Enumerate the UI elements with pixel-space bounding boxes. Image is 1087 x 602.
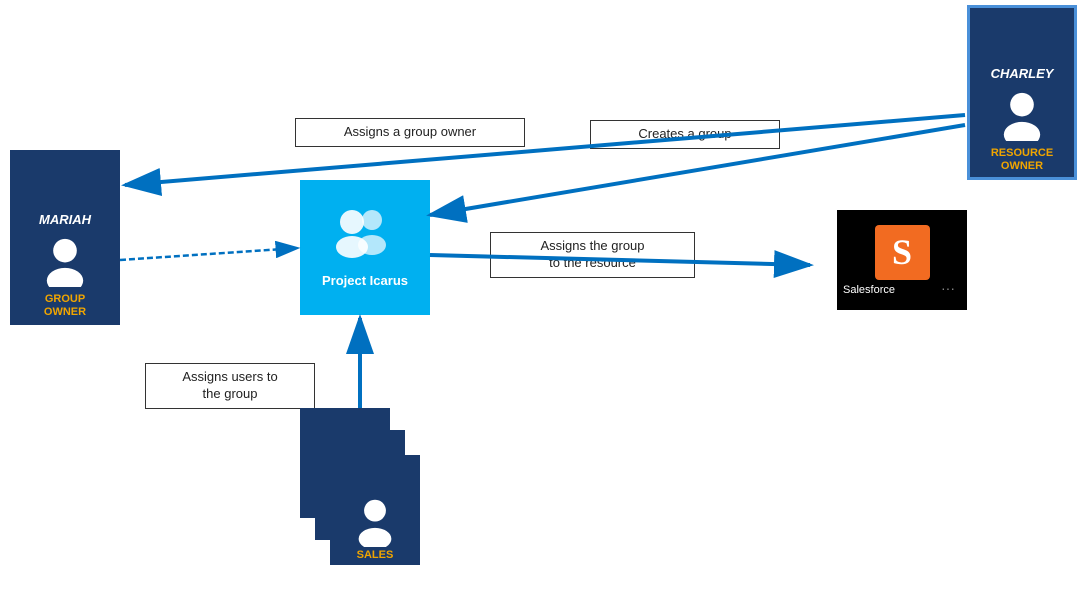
salesforce-logo: S bbox=[875, 225, 930, 280]
sales-role: SALES bbox=[357, 549, 394, 565]
assigns-users-group-label: Assigns users tothe group bbox=[145, 363, 315, 409]
creates-group-label: Creates a group bbox=[590, 120, 780, 149]
charley-icon bbox=[997, 91, 1047, 141]
arrow-assigns-group-owner bbox=[125, 115, 965, 185]
arrow-mariah-to-icarus bbox=[120, 248, 298, 260]
assigns-users-group-text: Assigns users tothe group bbox=[182, 369, 277, 401]
charley-role: RESOURCEOWNER bbox=[987, 145, 1057, 177]
project-icarus-icon bbox=[330, 207, 400, 267]
assigns-group-resource-text: Assigns the groupto the resource bbox=[540, 238, 644, 270]
assigns-group-resource-label: Assigns the groupto the resource bbox=[490, 232, 695, 278]
user-card-sales: SALES bbox=[330, 455, 420, 565]
salesforce-logo-letter: S bbox=[892, 234, 912, 270]
project-icarus-name: Project Icarus bbox=[322, 273, 408, 288]
salesforce-bottom: Salesforce ··· bbox=[837, 280, 967, 296]
mariah-icon bbox=[40, 237, 90, 287]
mariah-card: MARIAH GROUPOWNER bbox=[10, 150, 120, 325]
charley-card: CHARLEY RESOURCEOWNER bbox=[967, 5, 1077, 180]
project-icarus-card: Project Icarus bbox=[300, 180, 430, 315]
salesforce-dots: ··· bbox=[941, 280, 961, 296]
mariah-role: GROUPOWNER bbox=[40, 291, 90, 323]
mariah-name: MARIAH bbox=[12, 210, 118, 229]
assigns-group-owner-label: Assigns a group owner bbox=[295, 118, 525, 147]
charley-name: CHARLEY bbox=[970, 64, 1074, 83]
salesforce-label: Salesforce bbox=[843, 284, 895, 296]
salesforce-card: S Salesforce ··· bbox=[837, 210, 967, 310]
sales-icon bbox=[350, 497, 400, 547]
